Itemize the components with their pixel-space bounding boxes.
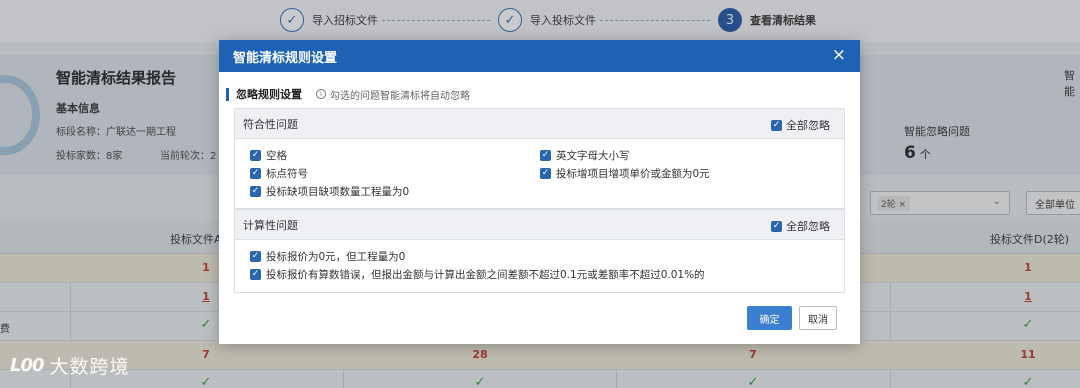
- checkbox-checked-icon: ✓: [540, 150, 551, 161]
- watermark-text: 大数跨境: [49, 356, 130, 378]
- group-header: 计算性问题 ✓ 全部忽略: [235, 210, 844, 240]
- checkbox-checked-icon: ✓: [250, 251, 261, 262]
- option-checkbox[interactable]: ✓ 标点符号: [250, 166, 308, 181]
- checkbox-checked-icon: ✓: [250, 150, 261, 161]
- checkbox-checked-icon: ✓: [250, 186, 261, 197]
- checkbox-checked-icon: ✓: [771, 119, 782, 131]
- section-hint: i 勾选的问题智能清标将自动忽略: [316, 87, 470, 102]
- option-label: 空格: [266, 150, 287, 162]
- info-icon: i: [316, 89, 326, 99]
- option-label: 英文字母大小写: [556, 150, 630, 162]
- dialog-header: 智能清标规则设置 ×: [219, 40, 860, 72]
- checkbox-checked-icon: ✓: [771, 220, 782, 232]
- watermark: L00 大数跨境: [10, 352, 130, 379]
- close-icon[interactable]: ×: [832, 46, 846, 64]
- option-label: 投标报价有算数错误，但报出金额与计算出金额之间差额不超过0.1元或差额率不超过0…: [266, 269, 705, 281]
- option-checkbox[interactable]: ✓ 英文字母大小写: [540, 148, 630, 163]
- option-checkbox[interactable]: ✓ 空格: [250, 148, 287, 163]
- group-header: 符合性问题 ✓ 全部忽略: [235, 109, 844, 139]
- option-label: 标点符号: [266, 168, 308, 180]
- hint-text: 勾选的问题智能清标将自动忽略: [330, 90, 470, 102]
- option-label: 投标缺项目缺项数量工程量为0: [266, 186, 410, 198]
- checkbox-checked-icon: ✓: [540, 168, 551, 179]
- section-title: 忽略规则设置: [236, 88, 302, 101]
- checkbox-checked-icon: ✓: [250, 168, 261, 179]
- calculation-group: 计算性问题 ✓ 全部忽略 ✓ 投标报价为0元，但工程量为0 ✓ 投标报价有算数错…: [234, 209, 845, 293]
- confirm-button[interactable]: 确定: [747, 306, 792, 330]
- checkbox-label: 全部忽略: [786, 220, 830, 233]
- section-accent-bar: [226, 87, 229, 101]
- rule-settings-dialog: 智能清标规则设置 × 忽略规则设置 i 勾选的问题智能清标将自动忽略 符合性问题…: [219, 40, 860, 344]
- group-title: 符合性问题: [243, 117, 298, 131]
- checkbox-label: 全部忽略: [786, 119, 830, 132]
- ignore-all-checkbox[interactable]: ✓ 全部忽略: [771, 117, 830, 133]
- watermark-logo: L00: [10, 355, 45, 376]
- ignore-all-checkbox[interactable]: ✓ 全部忽略: [771, 218, 830, 234]
- option-checkbox[interactable]: ✓ 投标报价有算数错误，但报出金额与计算出金额之间差额不超过0.1元或差额率不超…: [250, 267, 705, 282]
- option-label: 投标报价为0元，但工程量为0: [266, 251, 406, 263]
- group-title: 计算性问题: [243, 218, 298, 232]
- dialog-title: 智能清标规则设置: [233, 50, 338, 66]
- option-label: 投标增项目增项单价或金额为0元: [556, 168, 710, 180]
- compliance-group: 符合性问题 ✓ 全部忽略 ✓ 空格 ✓ 英文字母大小写 ✓ 标点符号 ✓ 投标增…: [234, 108, 845, 209]
- cancel-button[interactable]: 取消: [799, 306, 837, 330]
- option-checkbox[interactable]: ✓ 投标增项目增项单价或金额为0元: [540, 166, 710, 181]
- section-heading: 忽略规则设置 i 勾选的问题智能清标将自动忽略: [226, 86, 470, 102]
- option-checkbox[interactable]: ✓ 投标报价为0元，但工程量为0: [250, 249, 405, 264]
- checkbox-checked-icon: ✓: [250, 269, 261, 280]
- option-checkbox[interactable]: ✓ 投标缺项目缺项数量工程量为0: [250, 184, 409, 199]
